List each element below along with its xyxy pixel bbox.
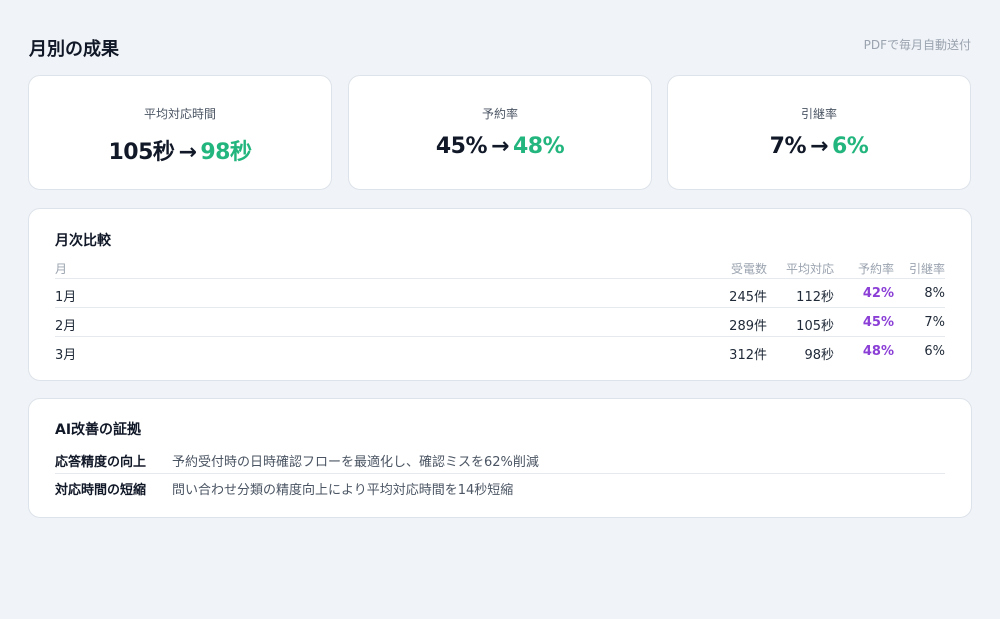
stat-after-value: 98秒 <box>200 140 252 165</box>
column-header-handoff-rate: 引継率 <box>908 262 945 276</box>
evidence-text: 予約受付時の日時確認フローを最適化し、確認ミスを62%削減 <box>172 455 539 470</box>
stat-label: 平均対応時間 <box>143 107 216 121</box>
column-header-month: 月 <box>55 262 68 276</box>
cell-month: 1月 <box>55 290 77 305</box>
evidence-label: 対応時間の短縮 <box>55 483 147 498</box>
pdf-delivery-note: PDFで毎月自動送付 <box>863 38 971 52</box>
table-row: 2月 289件 105秒 45% 7% <box>55 308 945 337</box>
arrow-right-icon: → <box>178 140 197 165</box>
header: 月別の成果 PDFで毎月自動送付 <box>29 35 971 60</box>
cell-month: 3月 <box>55 348 77 363</box>
stat-card-booking-rate: 予約率 45% → 48% <box>348 75 652 190</box>
stat-after-value: 48% <box>512 134 565 159</box>
cell-handoff-rate: 7% <box>924 315 945 330</box>
column-header-avg-response: 平均対応 <box>785 262 834 276</box>
cell-booking-rate: 45% <box>862 315 894 330</box>
ai-improvement-evidence-card: AI改善の証拠 応答精度の向上 予約受付時の日時確認フローを最適化し、確認ミスを… <box>28 398 972 518</box>
list-item: 対応時間の短縮 問い合わせ分類の精度向上により平均対応時間を14秒短縮 <box>55 474 945 502</box>
column-header-booking-rate: 予約率 <box>857 262 894 276</box>
monthly-comparison-card: 月次比較 月 受電数 平均対応 予約率 引継率 1月 245件 112秒 42%… <box>28 208 972 381</box>
dashboard-page: 月別の成果 PDFで毎月自動送付 平均対応時間 105秒 → 98秒 予約率 45%… <box>0 0 1000 619</box>
cell-month: 2月 <box>55 319 77 334</box>
stat-before-value: 7% <box>769 134 807 159</box>
stat-before-value: 45% <box>435 134 488 159</box>
evidence-title: AI改善の証拠 <box>55 422 142 438</box>
cell-handoff-rate: 6% <box>924 344 945 359</box>
cell-avg-response: 105秒 <box>796 319 834 334</box>
stat-after-value: 6% <box>831 134 869 159</box>
table-row: 3月 312件 98秒 48% 6% <box>55 337 945 366</box>
stat-before-value: 105秒 <box>108 140 175 165</box>
stat-card-avg-response-time: 平均対応時間 105秒 → 98秒 <box>28 75 332 190</box>
stat-card-handoff-rate: 引継率 7% → 6% <box>667 75 971 190</box>
arrow-right-icon: → <box>810 134 828 159</box>
stat-label: 引継率 <box>800 107 837 121</box>
stat-value: 7% → 6% <box>668 134 970 159</box>
evidence-label: 応答精度の向上 <box>55 455 147 470</box>
column-header-calls: 受電数 <box>730 262 767 276</box>
cell-calls: 245件 <box>729 290 767 305</box>
page-title: 月別の成果 <box>29 39 119 60</box>
list-item: 応答精度の向上 予約受付時の日時確認フローを最適化し、確認ミスを62%削減 <box>55 446 945 474</box>
monthly-comparison-title: 月次比較 <box>55 233 111 249</box>
cell-handoff-rate: 8% <box>924 286 945 301</box>
stat-value: 45% → 48% <box>349 134 651 159</box>
cell-calls: 312件 <box>729 348 767 363</box>
table-header-row: 月 受電数 平均対応 予約率 引継率 <box>55 259 945 279</box>
cell-booking-rate: 42% <box>862 286 894 301</box>
cell-booking-rate: 48% <box>862 344 894 359</box>
cell-avg-response: 112秒 <box>796 290 834 305</box>
monthly-comparison-table: 月 受電数 平均対応 予約率 引継率 1月 245件 112秒 42% 8% 2… <box>55 259 945 366</box>
arrow-right-icon: → <box>491 134 509 159</box>
table-row: 1月 245件 112秒 42% 8% <box>55 279 945 308</box>
evidence-list: 応答精度の向上 予約受付時の日時確認フローを最適化し、確認ミスを62%削減 対応… <box>55 446 945 502</box>
evidence-text: 問い合わせ分類の精度向上により平均対応時間を14秒短縮 <box>172 483 514 498</box>
cell-calls: 289件 <box>729 319 767 334</box>
cell-avg-response: 98秒 <box>804 348 834 363</box>
stat-value: 105秒 → 98秒 <box>29 134 331 166</box>
stat-label: 予約率 <box>481 107 518 121</box>
